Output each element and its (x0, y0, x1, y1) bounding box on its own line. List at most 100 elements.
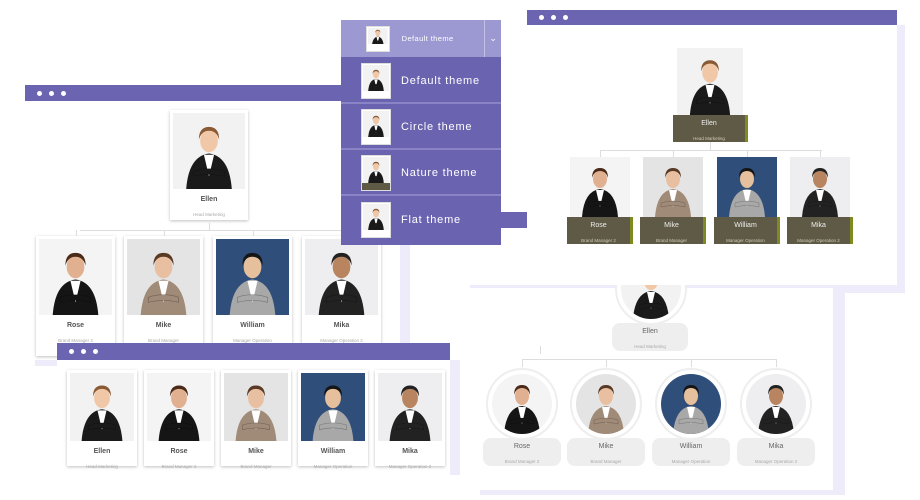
avatar (363, 204, 389, 230)
org-node[interactable]: Mika Manager Operation 2 (787, 217, 853, 244)
org-node[interactable]: Mike Brand Manager (124, 236, 203, 356)
circle-theme-window: Ellen Head Marketing Rose Brand Manager 2 Mi… (470, 253, 833, 490)
theme-thumbnail (361, 155, 391, 191)
theme-dropdown-header[interactable]: Default theme ⌄ (341, 20, 501, 57)
org-node[interactable]: Mike Brand Manager (640, 217, 706, 244)
avatar-circle (486, 368, 558, 440)
person-name: Mika (811, 222, 826, 229)
option-label: Nature theme (401, 167, 478, 179)
person-role: Manager Operation 2 (797, 238, 840, 243)
person-name: Mike (598, 443, 614, 450)
avatar (147, 373, 211, 441)
avatar (301, 373, 365, 441)
org-node[interactable]: Ellen Head Marketing (170, 110, 248, 220)
avatar (643, 157, 703, 217)
person-role: Head Marketing (86, 464, 118, 469)
person-name: William (679, 443, 703, 450)
org-node[interactable]: Rose Brand Manager 2 (36, 236, 115, 356)
theme-option-default[interactable]: Default theme (341, 60, 501, 104)
org-node[interactable]: Ellen Head Marketing (612, 323, 688, 351)
avatar (39, 239, 112, 315)
avatar (368, 27, 388, 44)
theme-option-circle[interactable]: Circle theme (341, 106, 501, 150)
avatar (305, 239, 378, 315)
org-node[interactable]: Ellen Head Marketing (673, 115, 748, 142)
person-name: Mika (333, 322, 350, 329)
org-node[interactable]: Mika Manager Operation 2 (375, 370, 445, 469)
person-name: Ellen (642, 328, 658, 335)
person-role: Brand Manager 2 (504, 459, 540, 464)
org-node[interactable]: Rose Brand Manager 2 (567, 217, 633, 244)
person-name: Mike (664, 222, 679, 229)
org-node[interactable]: Rose Brand Manager 2 (483, 438, 561, 466)
org-node[interactable]: William Manager Operation (652, 438, 730, 466)
avatar (661, 374, 721, 434)
person-name: Rose (513, 443, 531, 450)
avatar (363, 65, 389, 91)
window-title-bar (527, 10, 897, 25)
org-node[interactable]: Mike Brand Manager (221, 370, 291, 469)
window-title-bar (57, 343, 450, 360)
avatar-circle (570, 368, 642, 440)
person-name: Rose (170, 448, 188, 455)
person-name: Ellen (200, 196, 218, 203)
nature-theme-window: Ellen Head Marketing Rose Brand Manager 2 Mi… (527, 10, 897, 285)
theme-thumbnail (361, 202, 391, 238)
person-role: Brand Manager (590, 459, 622, 464)
person-role: Head Marketing (193, 212, 225, 217)
person-name: Mike (248, 448, 264, 455)
theme-option-flat[interactable]: Flat theme (341, 198, 501, 242)
person-name: Mike (155, 322, 172, 329)
person-role: Manager Operation (671, 459, 711, 464)
selected-theme-label: Default theme (401, 34, 454, 43)
flat-theme-window: Ellen Head Marketing Rose Brand Manager 2 Mi… (57, 343, 450, 475)
connector-tab (500, 212, 527, 228)
avatar (363, 111, 389, 137)
avatar (746, 374, 806, 434)
person-role: Head Marketing (693, 136, 725, 141)
avatar (677, 48, 743, 115)
chevron-down-icon[interactable]: ⌄ (484, 20, 501, 57)
person-name: Rose (66, 322, 85, 329)
theme-dropdown[interactable]: Default theme ⌄ Default theme Circle the… (341, 20, 501, 245)
person-name: William (734, 222, 757, 229)
org-node[interactable]: Mika Manager Operation 2 (302, 236, 381, 356)
person-role: Manager Operation 2 (754, 459, 798, 464)
theme-thumbnail (361, 109, 391, 145)
avatar (70, 373, 134, 441)
avatar (127, 239, 200, 315)
person-role: Brand Manager (655, 238, 688, 243)
org-node[interactable]: Ellen Head Marketing (67, 370, 137, 469)
person-name: Mika (402, 448, 418, 455)
theme-option-nature[interactable]: Nature theme (341, 152, 501, 196)
person-name: Ellen (93, 448, 111, 455)
avatar (790, 157, 850, 217)
avatar-circle (655, 368, 727, 440)
person-name: Mika (768, 443, 784, 450)
org-node[interactable]: William Manager Operation (213, 236, 292, 356)
org-node[interactable]: William Manager Operation (714, 217, 780, 244)
org-node[interactable]: Rose Brand Manager 2 (144, 370, 214, 469)
avatar (576, 374, 636, 434)
person-role: Brand Manager 2 (161, 464, 197, 469)
person-name: Ellen (701, 120, 717, 127)
person-name: William (320, 448, 346, 455)
org-node[interactable]: Mike Brand Manager (567, 438, 645, 466)
org-node[interactable]: Mika Manager Operation 2 (737, 438, 815, 466)
person-role: Manager Operation 2 (388, 464, 432, 469)
option-label: Flat theme (401, 214, 461, 226)
org-node[interactable]: William Manager Operation (298, 370, 368, 469)
avatar (570, 157, 630, 217)
person-name: Rose (590, 222, 607, 229)
person-role: Brand Manager (240, 464, 272, 469)
avatar (378, 373, 442, 441)
theme-thumbnail (366, 25, 390, 52)
option-label: Circle theme (401, 121, 473, 133)
avatar (224, 373, 288, 441)
avatar (363, 157, 389, 183)
person-name: William (240, 322, 265, 329)
person-role: Manager Operation (726, 238, 765, 243)
person-role: Manager Operation (313, 464, 353, 469)
avatar (492, 374, 552, 434)
person-role: Brand Manager 2 (581, 238, 616, 243)
